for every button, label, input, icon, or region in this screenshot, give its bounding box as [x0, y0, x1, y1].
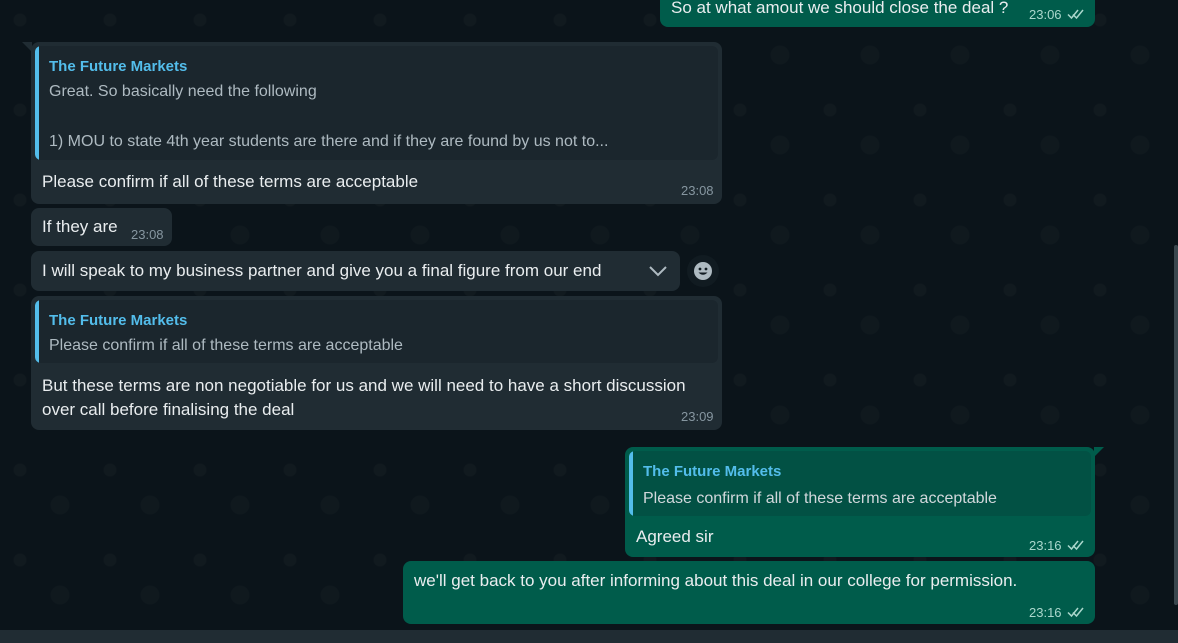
- quote-text: 1) MOU to state 4th year students are th…: [49, 133, 609, 150]
- quote-author: The Future Markets: [49, 58, 188, 75]
- bubble-tail: [1094, 447, 1104, 457]
- message-time: 23:06: [1029, 7, 1062, 22]
- message-time: 23:08: [681, 183, 714, 198]
- quoted-message[interactable]: The Future Markets Please confirm if all…: [629, 451, 1091, 516]
- quote-author: The Future Markets: [49, 312, 188, 329]
- message-time: 23:09: [681, 409, 714, 424]
- scrollbar[interactable]: [1174, 245, 1178, 605]
- reaction-button[interactable]: [687, 255, 719, 287]
- incoming-message[interactable]: The Future Markets Great. So basically n…: [31, 42, 722, 204]
- quote-text: Please confirm if all of these terms are…: [49, 337, 403, 354]
- quoted-message[interactable]: The Future Markets Great. So basically n…: [35, 46, 718, 160]
- incoming-message[interactable]: I will speak to my business partner and …: [31, 251, 680, 291]
- message-text: If they are: [42, 217, 118, 236]
- message-text: Please confirm if all of these terms are…: [42, 172, 419, 191]
- message-text: I will speak to my business partner and …: [42, 261, 602, 280]
- chevron-down-icon[interactable]: [647, 264, 669, 278]
- message-time: 23:16: [1029, 538, 1062, 553]
- chat-panel: So at what amout we should close the dea…: [0, 0, 1178, 643]
- message-time: 23:16: [1029, 605, 1062, 620]
- message-text: over call before finalising the deal: [42, 400, 295, 419]
- message-text: So at what amout we should close the dea…: [671, 0, 1009, 17]
- quote-author: The Future Markets: [643, 463, 782, 480]
- incoming-message[interactable]: The Future Markets Please confirm if all…: [31, 296, 722, 430]
- outgoing-message[interactable]: So at what amout we should close the dea…: [660, 0, 1095, 27]
- incoming-message[interactable]: If they are 23:08: [31, 208, 172, 246]
- quoted-message[interactable]: The Future Markets Please confirm if all…: [35, 300, 718, 363]
- message-text: But these terms are non negotiable for u…: [42, 376, 686, 395]
- double-check-icon: [1067, 540, 1084, 551]
- double-check-icon: [1067, 9, 1084, 20]
- quote-text: Please confirm if all of these terms are…: [643, 490, 997, 507]
- quote-text: Great. So basically need the following: [49, 83, 317, 100]
- message-text: we'll get back to you after informing ab…: [414, 571, 1018, 590]
- double-check-icon: [1067, 607, 1084, 618]
- outgoing-message[interactable]: The Future Markets Please confirm if all…: [625, 447, 1095, 557]
- outgoing-message[interactable]: we'll get back to you after informing ab…: [403, 561, 1095, 624]
- emoji-icon: [694, 262, 712, 280]
- composer-bar: [0, 630, 1178, 643]
- message-time: 23:08: [131, 227, 164, 242]
- message-text: Agreed sir: [636, 527, 714, 546]
